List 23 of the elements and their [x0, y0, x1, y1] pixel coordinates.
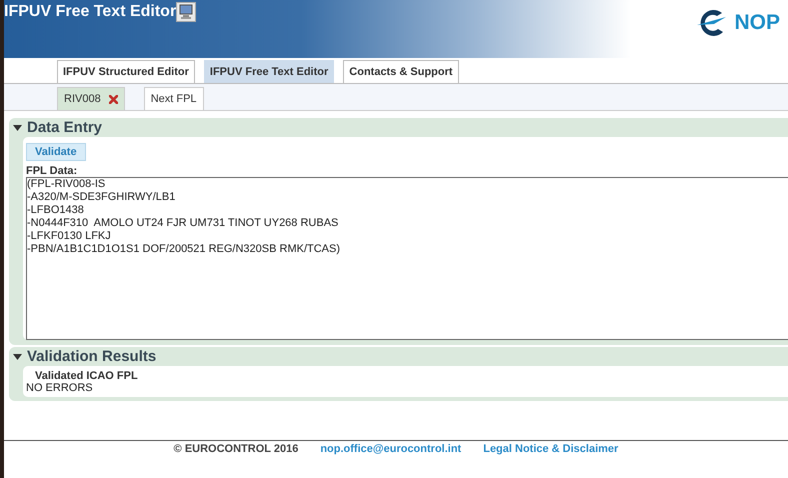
result-message: NO ERRORS	[26, 382, 93, 394]
monitor-icon[interactable]	[176, 2, 196, 22]
document-tab[interactable]: RIV008	[57, 87, 125, 110]
document-tab[interactable]: Next FPL	[144, 87, 204, 110]
tab-label[interactable]: RIV008	[64, 93, 101, 105]
legal-link[interactable]: Legal Notice & Disclaimer	[483, 443, 618, 455]
copyright-text: © EUROCONTROL 2016	[174, 443, 298, 455]
logo-text: NOP	[734, 11, 780, 35]
app-title: IFPUV Free Text Editor	[4, 2, 176, 21]
collapse-icon[interactable]	[13, 124, 22, 130]
result-heading: Validated ICAO FPL	[35, 370, 138, 382]
nav-tab[interactable]: Contacts & Support	[343, 60, 459, 83]
nav-tab[interactable]: IFPUV Free Text Editor	[204, 60, 334, 83]
fpl-data-field[interactable]: (FPL-RIV008-IS -A320/M-SDE3FGHIRWY/LB1 -LFBO1438 -N0444F310 AMOLO UT24 FJR UM731 TINOT UY268 RUBAS -LFKF0130 LFKJ -PBN/A1B1C1D1O1S1 DOF/200521 REG/N320SB RMK/TCAS)	[26, 177, 788, 340]
nav-tab[interactable]: IFPUV Structured Editor	[57, 60, 195, 83]
collapse-icon[interactable]	[13, 354, 22, 360]
email-link[interactable]: nop.office@eurocontrol.int	[320, 443, 462, 455]
section-title[interactable]: Data Entry	[27, 119, 102, 136]
close-icon[interactable]	[108, 94, 118, 104]
section-title[interactable]: Validation Results	[27, 348, 156, 365]
tab-label[interactable]: Next FPL	[150, 93, 197, 105]
field-label: FPL Data:	[26, 165, 78, 177]
validate-button[interactable]: Validate	[26, 143, 86, 161]
